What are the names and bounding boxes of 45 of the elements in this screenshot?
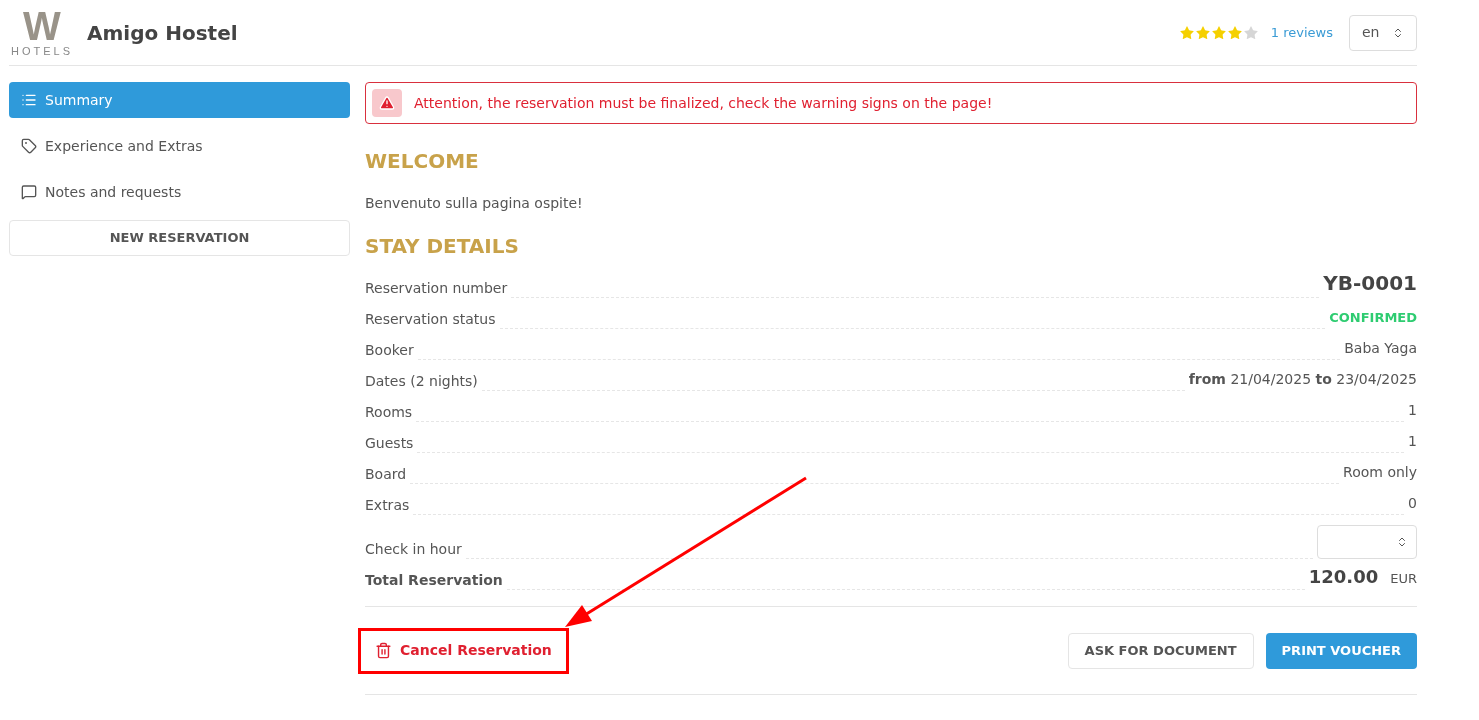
detail-label: Rooms xyxy=(365,403,413,422)
currency: EUR xyxy=(1390,570,1417,588)
warning-icon xyxy=(372,89,402,117)
trash-icon xyxy=(375,642,392,659)
detail-label: Reservation number xyxy=(365,279,508,298)
select-arrows-icon xyxy=(1396,536,1408,548)
detail-value: Baba Yaga xyxy=(1344,340,1417,356)
section-heading: WELCOME xyxy=(365,148,480,175)
total-amount: 120.00 xyxy=(1308,565,1379,589)
hotel-name: Amigo Hostel xyxy=(87,19,238,47)
detail-label: Board xyxy=(365,465,407,484)
star-icon xyxy=(1210,24,1227,41)
sidebar-item[interactable]: Experience and Extras xyxy=(9,128,350,164)
section-heading: STAY DETAILS xyxy=(365,233,520,260)
alert-message: Attention, the reservation must be finalized, check the warning signs on the page! xyxy=(414,93,993,113)
detail-label: Total Reservation xyxy=(365,571,503,590)
hotel-logo: W HOTELS xyxy=(10,5,74,60)
detail-value: Room only xyxy=(1343,464,1417,480)
status-label: CONFIRMED xyxy=(1329,310,1417,325)
language-select[interactable]: en xyxy=(1349,14,1417,51)
cancel-reservation-button[interactable]: Cancel Reservation xyxy=(358,627,569,674)
detail-label: Extras xyxy=(365,496,410,515)
check-in-hour-select[interactable] xyxy=(1317,525,1417,559)
detail-value: 1 xyxy=(1408,402,1417,418)
ask-for-document-button[interactable]: ASK FOR DOCUMENT xyxy=(1067,632,1254,669)
tag-icon xyxy=(21,138,37,154)
star-icon xyxy=(1226,24,1243,41)
comment-icon xyxy=(21,184,37,200)
star-icon xyxy=(1194,24,1211,41)
sidebar-item[interactable]: Notes and requests xyxy=(9,174,350,210)
star-icon xyxy=(1242,24,1259,41)
detail-value: from 21/04/2025 to 23/04/2025 xyxy=(1188,371,1417,387)
detail-value: 1 xyxy=(1408,433,1417,449)
select-arrows-icon xyxy=(1392,26,1404,39)
new-reservation-button[interactable]: NEW RESERVATION xyxy=(9,220,350,256)
detail-label: Booker xyxy=(365,341,414,360)
detail-label: Reservation status xyxy=(365,310,496,329)
reservation-number: YB-0001 xyxy=(1323,271,1417,295)
list-icon xyxy=(21,92,37,108)
detail-label: Check in hour xyxy=(365,540,462,559)
detail-label: Dates (2 nights) xyxy=(365,372,478,391)
detail-label: Guests xyxy=(365,434,414,453)
welcome-text: Benvenuto sulla pagina ospite! xyxy=(365,194,584,213)
star-icon xyxy=(1178,24,1195,41)
detail-value: 0 xyxy=(1408,495,1417,511)
